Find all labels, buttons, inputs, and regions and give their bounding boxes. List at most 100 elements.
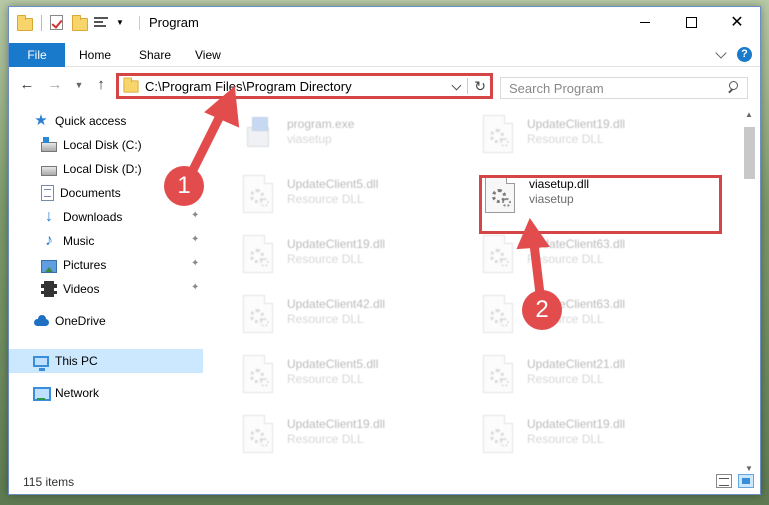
file-item[interactable]: UpdateClient63.dll Resource DLL [481,293,711,341]
file-name: program.exe [287,117,355,131]
expand-ribbon-chevron-icon[interactable] [715,46,727,59]
back-arrow-icon[interactable]: ← [17,75,37,95]
file-item[interactable]: program.exe viasetup [241,113,471,161]
quick-access-toolbar: ▼ [17,15,124,31]
sidebar-item-local-disk-c[interactable]: Local Disk (C:) [41,133,203,157]
navigation-pane: ★ Quick access Local Disk (C:) Local Dis… [9,107,209,467]
sidebar-item-label: Network [55,386,100,400]
forward-arrow-icon[interactable]: → [45,75,65,95]
sidebar-item-this-pc[interactable]: This PC [9,349,203,373]
search-input[interactable] [501,80,725,96]
dll-icon [481,415,515,455]
file-description: Resource DLL [287,432,364,446]
file-description: viasetup [287,132,332,146]
tab-file[interactable]: File [9,43,65,67]
step-2-badge: 2 [522,290,562,330]
dll-icon [481,235,515,275]
sidebar-item-label: OneDrive [55,314,106,328]
address-folder-icon [123,76,139,93]
sidebar-item-label: Documents [60,186,121,200]
new-folder-icon[interactable] [72,15,88,31]
sidebar-item-label: Quick access [55,114,127,128]
sidebar-item-label: Local Disk (D:) [63,162,142,176]
address-bar[interactable]: C:\Program Files\Program Directory ↻ [116,73,493,99]
file-list: program.exe viasetup UpdateClient19.dll Re… [217,107,741,467]
file-name: UpdateClient5.dll [287,357,379,371]
view-switcher [716,474,754,488]
sidebar-item-network[interactable]: Network [33,381,203,405]
help-icon[interactable]: ? [737,47,752,62]
minimize-button[interactable] [622,7,668,37]
dll-icon [241,295,275,335]
file-item[interactable]: UpdateClient42.dll Resource DLL [241,293,471,341]
properties-check-icon[interactable] [50,15,66,31]
sidebar-item-onedrive[interactable]: OneDrive [33,309,203,333]
pin-icon[interactable]: ✦ [191,211,201,221]
pin-icon[interactable]: ✦ [191,259,201,269]
up-arrow-icon[interactable]: ↑ [91,75,111,95]
file-description: Resource DLL [287,252,364,266]
folder-icon[interactable] [17,15,33,31]
maximize-button[interactable] [668,7,714,37]
tab-share[interactable]: Share [125,43,185,67]
file-description: Resource DLL [287,192,364,206]
downloads-icon: ↓ [45,208,53,225]
file-item[interactable]: UpdateClient21.dll Resource DLL [481,353,711,401]
ribbon-controls: ? [715,46,752,62]
sidebar-item-pictures[interactable]: Pictures ✦ [41,253,203,277]
customize-toolbar-chevron-icon[interactable]: ▼ [116,15,124,31]
pin-icon[interactable]: ✦ [191,283,201,293]
close-button[interactable]: ✕ [714,7,760,37]
address-dropdown-chevron-icon[interactable] [451,80,462,91]
scroll-thumb[interactable] [744,127,755,179]
file-item[interactable]: UpdateClient19.dll Resource DLL [481,413,711,461]
file-item[interactable]: UpdateClient5.dll Resource DLL [241,173,471,221]
sidebar-item-quick-access[interactable]: ★ Quick access [33,109,203,133]
sidebar-item-downloads[interactable]: ↓ Downloads ✦ [41,205,203,229]
file-description: Resource DLL [527,372,604,386]
dll-icon [481,115,515,155]
search-icon[interactable] [725,80,741,96]
dll-icon [481,355,515,395]
window-title: Program [149,15,199,30]
file-item[interactable]: UpdateClient5.dll Resource DLL [241,353,471,401]
vertical-scrollbar[interactable]: ▲ ▼ [741,107,757,477]
file-item[interactable]: UpdateClient19.dll Resource DLL [241,413,471,461]
tab-home[interactable]: Home [65,43,125,67]
scroll-up-arrow-icon[interactable]: ▲ [741,107,757,123]
tab-view[interactable]: View [181,43,235,67]
sidebar-item-label: This PC [55,354,98,368]
status-bar: 115 items [9,470,760,494]
search-box[interactable] [500,77,748,99]
local-disk-icon [41,136,57,152]
file-item[interactable]: UpdateClient19.dll Resource DLL [241,233,471,281]
dll-icon [241,415,275,455]
file-item[interactable]: UpdateClient63.dll Resource DLL [481,233,711,281]
dll-icon [241,235,275,275]
dll-icon [481,295,515,335]
title-bar: ▼ Program ✕ [9,7,760,39]
sidebar-item-music[interactable]: ♪ Music ✦ [41,229,203,253]
pin-icon[interactable]: ✦ [191,235,201,245]
refresh-icon[interactable]: ↻ [474,76,486,96]
dll-icon [241,175,275,215]
recent-locations-chevron-icon[interactable]: ▼ [69,75,89,95]
details-view-icon[interactable] [716,474,732,488]
address-path[interactable]: C:\Program Files\Program Directory [145,79,352,94]
item-count: 115 items [23,475,75,489]
file-name: UpdateClient19.dll [287,417,386,431]
toolbar-separator [41,15,42,31]
file-explorer-window: ▼ Program ✕ File Home Share View ? ← → ▼… [8,6,761,495]
file-name: UpdateClient19.dll [527,417,626,431]
file-item[interactable]: UpdateClient19.dll Resource DLL [481,113,711,161]
sidebar-item-videos[interactable]: Videos ✦ [41,277,203,301]
tiles-view-icon[interactable] [738,474,754,488]
file-description: Resource DLL [527,252,604,266]
sidebar-item-label: Pictures [63,258,107,272]
file-name: UpdateClient19.dll [287,237,386,251]
local-disk-icon [41,165,57,176]
file-name: UpdateClient19.dll [527,117,626,131]
properties-list-icon[interactable] [94,15,110,31]
address-separator [467,78,468,94]
file-name: UpdateClient5.dll [287,177,379,191]
